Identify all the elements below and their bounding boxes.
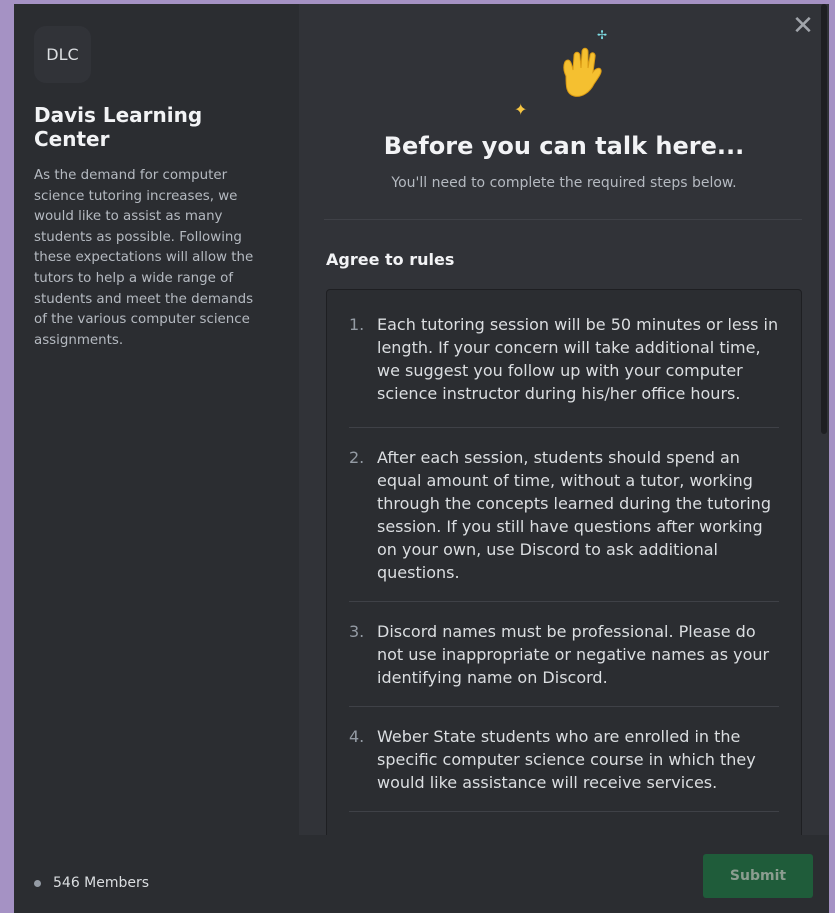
divider [324,219,802,220]
star-icon: ✦ [514,100,528,119]
sparkle-icon: ✢ [597,28,608,42]
rule-text: After each session, students should spen… [377,448,771,582]
page-subtitle: You'll need to complete the required ste… [391,175,737,191]
member-count: 546 Members [34,875,149,891]
footer: Submit [299,835,829,913]
rules-panel: ✕ ✢ ✦ Before you can talk here... You'll… [299,4,829,913]
rules-list[interactable]: 1. Each tutoring session will be 50 minu… [326,289,802,849]
rule-text: Discord names must be professional. Plea… [377,622,770,687]
server-name: Davis Learning Center [34,103,203,151]
rule-item: 4. Weber State students who are enrolled… [349,707,779,812]
waving-hand-icon [563,47,602,97]
rule-item: 2. After each session, students should s… [349,428,779,602]
member-count-label: 546 Members [53,875,150,891]
server-icon: DLC [34,26,91,83]
page-title: Before you can talk here... [383,132,745,160]
scrollbar[interactable] [821,4,827,434]
rule-item: 1. Each tutoring session will be 50 minu… [349,290,779,428]
server-sidebar: DLC Davis Learning Center As the demand … [14,4,299,913]
section-title: Agree to rules [326,250,455,269]
rule-number: 1. [349,315,365,334]
close-icon[interactable]: ✕ [791,13,815,39]
server-description: As the demand for computer science tutor… [34,168,254,348]
status-dot-icon [34,879,41,887]
rule-number: 3. [349,622,365,641]
rule-text: Weber State students who are enrolled in… [377,727,756,792]
rule-number: 2. [349,448,365,467]
rule-text: Each tutoring session will be 50 minutes… [377,315,779,403]
onboarding-modal: DLC Davis Learning Center As the demand … [14,4,829,913]
submit-button[interactable]: Submit [703,854,813,898]
rule-number: 4. [349,727,365,746]
rule-item: 3. Discord names must be professional. P… [349,602,779,707]
